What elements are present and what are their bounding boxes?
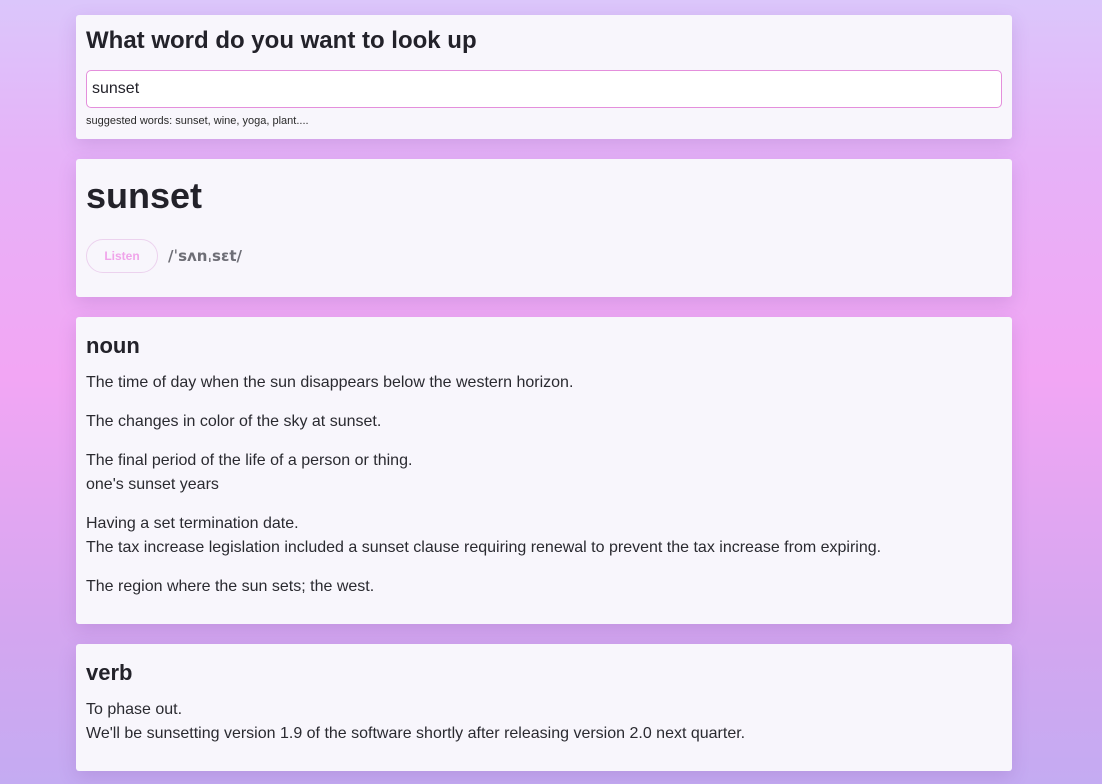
word-title: sunset — [86, 175, 203, 216]
part-of-speech-heading: noun — [86, 333, 140, 358]
definition-text: The changes in color of the sky at sunse… — [86, 413, 382, 430]
meaning-card-noun: noun The time of day when the sun disapp… — [76, 317, 1012, 624]
search-title: What word do you want to look up — [86, 27, 477, 54]
meaning-card-verb: verb To phase out. We'll be sunsetting v… — [76, 644, 1012, 771]
listen-button[interactable]: Listen — [86, 239, 158, 273]
definition-list: To phase out. We'll be sunsetting versio… — [86, 698, 996, 761]
definition-text: The time of day when the sun disappears … — [86, 374, 574, 391]
definition-item: The changes in color of the sky at sunse… — [86, 410, 996, 434]
definition-example: We'll be sunsetting version 1.9 of the s… — [86, 725, 746, 742]
definition-list: The time of day when the sun disappears … — [86, 371, 996, 614]
definition-item: Having a set termination date. The tax i… — [86, 512, 996, 560]
definition-text: The final period of the life of a person… — [86, 452, 413, 469]
search-card: What word do you want to look up suggest… — [76, 15, 1012, 139]
definition-item: To phase out. We'll be sunsetting versio… — [86, 698, 996, 746]
part-of-speech-heading: verb — [86, 660, 133, 685]
definition-example: one's sunset years — [86, 476, 219, 493]
definition-item: The region where the sun sets; the west. — [86, 575, 996, 599]
search-input[interactable] — [86, 70, 1002, 108]
definition-item: The time of day when the sun disappears … — [86, 371, 996, 395]
phonetic-text: /ˈsʌnˌsɛt/ — [168, 247, 242, 265]
definition-text: The region where the sun sets; the west. — [86, 578, 375, 595]
word-card: sunset Listen /ˈsʌnˌsɛt/ — [76, 159, 1012, 297]
definition-text: Having a set termination date. — [86, 515, 299, 532]
definition-text: To phase out. — [86, 701, 183, 718]
definition-item: The final period of the life of a person… — [86, 449, 996, 497]
suggested-words: suggested words: sunset, wine, yoga, pla… — [86, 115, 309, 127]
definition-example: The tax increase legislation included a … — [86, 539, 882, 556]
